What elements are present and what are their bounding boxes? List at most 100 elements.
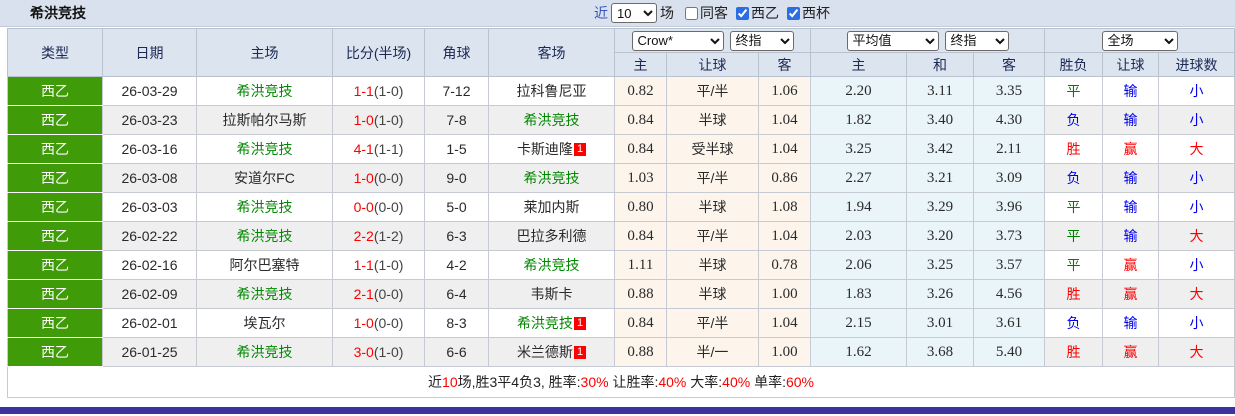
- corners-cell: 9-0: [424, 163, 489, 193]
- summary-text: 近10场,胜3平4负3, 胜率:30% 让胜率:40% 大率:40% 单率:60…: [428, 374, 814, 390]
- summary-segment: 60%: [785, 374, 815, 390]
- result-handicap: 赢: [1102, 279, 1160, 309]
- away-team: 希洪竞技: [488, 105, 615, 135]
- home-team: 希洪竞技: [196, 76, 333, 106]
- table-row: 西乙 26-02-01 埃瓦尔 1-0(0-0) 8-3 希洪竞技 1 0.84 …: [7, 308, 1235, 338]
- match-date: 26-02-09: [102, 279, 197, 309]
- avg-draw-odds: 3.40: [906, 105, 975, 135]
- avg-home-odds: 1.62: [810, 337, 908, 367]
- filter-checkbox-同客[interactable]: [685, 7, 698, 20]
- league-badge: 西乙: [7, 105, 103, 135]
- home-team: 希洪竞技: [196, 134, 333, 164]
- league-filter-checkboxes: 同客 西乙 西杯: [677, 3, 830, 23]
- col-header-type: 类型: [7, 28, 103, 77]
- away-team: 希洪竞技: [488, 163, 615, 193]
- avg-away-odds: 3.57: [973, 250, 1046, 280]
- filter-label: 西杯: [802, 5, 830, 21]
- corners-cell: 5-0: [424, 192, 489, 222]
- summary-segment: 让胜率:: [608, 374, 659, 390]
- result-wdl: 胜: [1044, 134, 1104, 164]
- filter-checkbox-西杯[interactable]: [787, 7, 800, 20]
- avg-home-odds: 2.27: [810, 163, 908, 193]
- crow-away-odds: 0.78: [757, 250, 812, 280]
- match-date: 26-03-16: [102, 134, 197, 164]
- result-wdl: 平: [1044, 192, 1104, 222]
- avg-away-odds: 3.73: [973, 221, 1046, 251]
- away-team: 米兰德斯 1: [488, 337, 615, 367]
- match-date: 26-03-23: [102, 105, 197, 135]
- avg-home-odds: 2.20: [810, 76, 908, 106]
- result-handicap: 赢: [1102, 337, 1160, 367]
- filter-label: 西乙: [751, 5, 779, 21]
- score-cell: 1-0(0-0): [332, 308, 425, 338]
- avg-draw-odds: 3.21: [906, 163, 975, 193]
- avg-draw-odds: 3.26: [906, 279, 975, 309]
- away-red-card-badge: 1: [573, 143, 587, 156]
- corners-cell: 7-8: [424, 105, 489, 135]
- result-goals: 小: [1158, 163, 1235, 193]
- crow-home-odds: 0.88: [614, 337, 667, 367]
- bookmaker-odds-stage-select[interactable]: 终指: [729, 30, 794, 51]
- score-cell: 2-1(0-0): [332, 279, 425, 309]
- avg-draw-odds: 3.20: [906, 221, 975, 251]
- avg-draw-odds: 3.25: [906, 250, 975, 280]
- score-cell: 1-1(1-0): [332, 250, 425, 280]
- crow-away-odds: 0.86: [757, 163, 812, 193]
- crow-handicap: 半球: [666, 250, 759, 280]
- table-row: 西乙 26-03-16 希洪竞技 4-1(1-1) 1-5 卡斯迪隆 1 0.84…: [7, 134, 1235, 164]
- avg-home-odds: 1.82: [810, 105, 908, 135]
- crow-home-odds: 0.84: [614, 221, 667, 251]
- match-date: 26-03-29: [102, 76, 197, 106]
- away-red-card-badge: 1: [573, 317, 587, 330]
- league-badge: 西乙: [7, 221, 103, 251]
- corners-cell: 4-2: [424, 250, 489, 280]
- home-team: 阿尔巴塞特: [196, 250, 333, 280]
- score-cell: 2-2(1-2): [332, 221, 425, 251]
- average-odds-stage-select[interactable]: 终指: [944, 30, 1009, 51]
- subcol-result-wdl: 胜负: [1044, 52, 1104, 77]
- bottom-divider-bar: [0, 407, 1235, 414]
- away-red-card-badge: 1: [573, 346, 587, 359]
- subcol-result-handicap: 让球: [1102, 52, 1160, 77]
- fulltime-select[interactable]: 全场: [1101, 30, 1178, 51]
- result-goals: 小: [1158, 250, 1235, 280]
- crow-handicap: 平/半: [666, 163, 759, 193]
- avg-home-odds: 3.25: [810, 134, 908, 164]
- avg-away-odds: 2.11: [973, 134, 1046, 164]
- subcol-result-goals: 进球数: [1158, 52, 1235, 77]
- match-date: 26-02-01: [102, 308, 197, 338]
- bookmaker-select[interactable]: Crow*: [631, 30, 724, 51]
- crow-handicap: 受半球: [666, 134, 759, 164]
- col-header-date: 日期: [102, 28, 197, 77]
- avg-away-odds: 3.96: [973, 192, 1046, 222]
- league-badge: 西乙: [7, 308, 103, 338]
- score-cell: 1-0(1-0): [332, 105, 425, 135]
- avg-away-odds: 3.61: [973, 308, 1046, 338]
- result-wdl: 胜: [1044, 337, 1104, 367]
- league-badge: 西乙: [7, 163, 103, 193]
- avg-draw-odds: 3.11: [906, 76, 975, 106]
- subcol-avg-draw: 和: [906, 52, 975, 77]
- match-count-select[interactable]: 10: [611, 3, 657, 23]
- result-goals: 小: [1158, 308, 1235, 338]
- league-badge: 西乙: [7, 337, 103, 367]
- topbar: 希洪竞技 近 10 场 同客 西乙 西杯: [0, 0, 1235, 27]
- average-select[interactable]: 平均值: [846, 30, 939, 51]
- crow-away-odds: 1.04: [757, 308, 812, 338]
- subcol-crow-away: 客: [757, 52, 812, 77]
- avg-home-odds: 1.94: [810, 192, 908, 222]
- summary-segment: 40%: [658, 374, 687, 390]
- near-label: 近: [594, 5, 608, 21]
- summary-segment: 场,胜3平4负3, 胜率:: [457, 374, 581, 390]
- home-team: 希洪竞技: [196, 337, 333, 367]
- avg-draw-odds: 3.68: [906, 337, 975, 367]
- avg-home-odds: 2.15: [810, 308, 908, 338]
- avg-away-odds: 3.09: [973, 163, 1046, 193]
- league-badge: 西乙: [7, 192, 103, 222]
- result-wdl: 负: [1044, 105, 1104, 135]
- result-handicap: 输: [1102, 105, 1160, 135]
- match-date: 26-03-08: [102, 163, 197, 193]
- result-goals: 大: [1158, 337, 1235, 367]
- filter-checkbox-西乙[interactable]: [736, 7, 749, 20]
- crow-handicap: 平/半: [666, 76, 759, 106]
